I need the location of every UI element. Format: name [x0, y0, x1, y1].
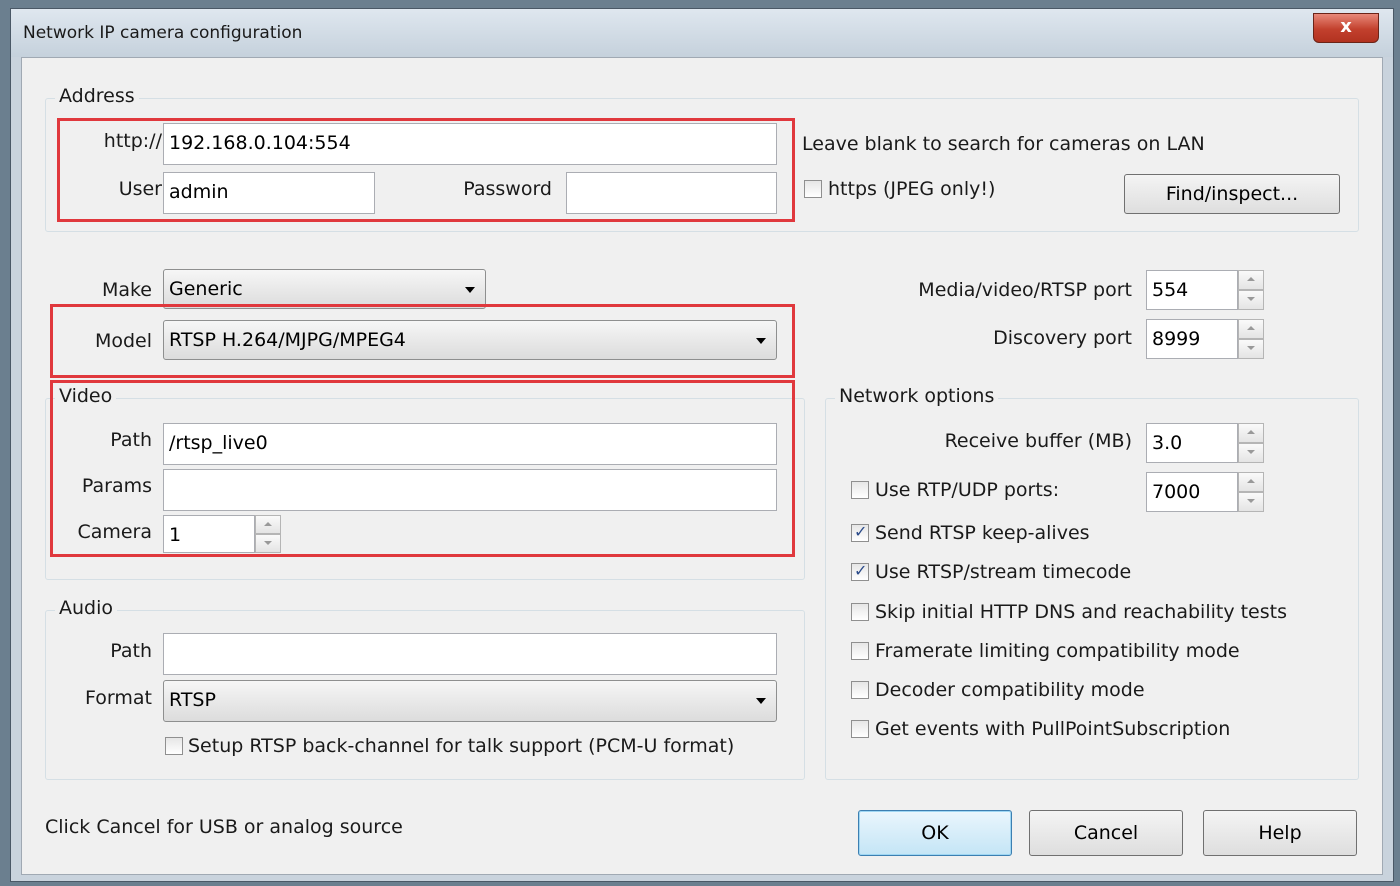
- keepalive-label: Send RTSP keep-alives: [875, 522, 1090, 544]
- skip-dns-checkbox[interactable]: [851, 603, 869, 621]
- framerate-compat-checkbox[interactable]: [851, 642, 869, 660]
- make-value: Generic: [169, 278, 243, 300]
- title-bar[interactable]: Network IP camera configuration x: [11, 9, 1393, 57]
- format-dropdown[interactable]: RTSP: [163, 680, 777, 722]
- pullpoint-checkbox[interactable]: [851, 720, 869, 738]
- framerate-compat-label: Framerate limiting compatibility mode: [875, 640, 1240, 662]
- discovery-port-spinner[interactable]: [1238, 319, 1264, 359]
- spin-up-icon[interactable]: [1238, 270, 1264, 290]
- spin-down-icon[interactable]: [1238, 443, 1264, 463]
- network-options-legend: Network options: [835, 385, 999, 407]
- dialog-client-area: Address http:// 192.168.0.104:554 User a…: [21, 57, 1383, 875]
- rtp-udp-checkbox[interactable]: [851, 481, 869, 499]
- address-highlight: [57, 118, 795, 222]
- backchannel-checkbox[interactable]: [165, 737, 183, 755]
- https-label: https (JPEG only!): [828, 178, 996, 200]
- audio-path-input[interactable]: [163, 633, 777, 675]
- address-legend: Address: [55, 85, 139, 107]
- spin-down-icon[interactable]: [1238, 339, 1264, 359]
- window-title: Network IP camera configuration: [23, 23, 303, 43]
- media-port-input[interactable]: 554: [1146, 270, 1238, 310]
- timecode-checkbox[interactable]: [851, 561, 869, 581]
- pullpoint-label: Get events with PullPointSubscription: [875, 718, 1231, 740]
- media-port-label: Media/video/RTSP port: [918, 279, 1132, 301]
- spin-up-icon[interactable]: [1238, 472, 1264, 492]
- make-dropdown[interactable]: Generic: [163, 269, 486, 309]
- spin-up-icon[interactable]: [1238, 319, 1264, 339]
- video-highlight: [50, 380, 795, 557]
- chevron-down-icon: [465, 287, 475, 293]
- discovery-port-input[interactable]: 8999: [1146, 319, 1238, 359]
- media-port-spinner[interactable]: [1238, 270, 1264, 310]
- timecode-label: Use RTSP/stream timecode: [875, 561, 1132, 583]
- format-value: RTSP: [169, 689, 216, 711]
- help-button[interactable]: Help: [1203, 810, 1357, 856]
- make-label: Make: [101, 279, 152, 301]
- decoder-compat-label: Decoder compatibility mode: [875, 679, 1145, 701]
- lan-search-hint: Leave blank to search for cameras on LAN: [802, 133, 1205, 155]
- ok-button[interactable]: OK: [858, 810, 1012, 856]
- audio-path-label: Path: [110, 640, 152, 662]
- discovery-port-label: Discovery port: [993, 327, 1132, 349]
- spin-down-icon[interactable]: [1238, 492, 1264, 512]
- dialog-window: Network IP camera configuration x Addres…: [10, 8, 1394, 882]
- receive-buffer-label: Receive buffer (MB): [944, 430, 1132, 452]
- receive-buffer-spinner[interactable]: [1238, 423, 1264, 463]
- rtp-udp-port-spinner[interactable]: [1238, 472, 1264, 512]
- footer-hint: Click Cancel for USB or analog source: [45, 816, 403, 838]
- cancel-button[interactable]: Cancel: [1029, 810, 1183, 856]
- spin-up-icon[interactable]: [1238, 423, 1264, 443]
- backchannel-label: Setup RTSP back-channel for talk support…: [188, 735, 735, 757]
- spin-down-icon[interactable]: [1238, 290, 1264, 310]
- find-inspect-button[interactable]: Find/inspect...: [1124, 174, 1340, 214]
- audio-legend: Audio: [55, 597, 118, 619]
- decoder-compat-checkbox[interactable]: [851, 681, 869, 699]
- keepalive-checkbox[interactable]: [851, 522, 869, 542]
- rtp-udp-label: Use RTP/UDP ports:: [875, 479, 1060, 501]
- skip-dns-label: Skip initial HTTP DNS and reachability t…: [875, 601, 1287, 623]
- close-button[interactable]: x: [1313, 13, 1379, 43]
- format-label: Format: [85, 687, 152, 709]
- chevron-down-icon: [756, 698, 766, 704]
- https-checkbox[interactable]: [804, 180, 822, 198]
- rtp-udp-port-input[interactable]: 7000: [1146, 472, 1238, 512]
- receive-buffer-input[interactable]: 3.0: [1146, 423, 1238, 463]
- model-highlight: [50, 304, 795, 378]
